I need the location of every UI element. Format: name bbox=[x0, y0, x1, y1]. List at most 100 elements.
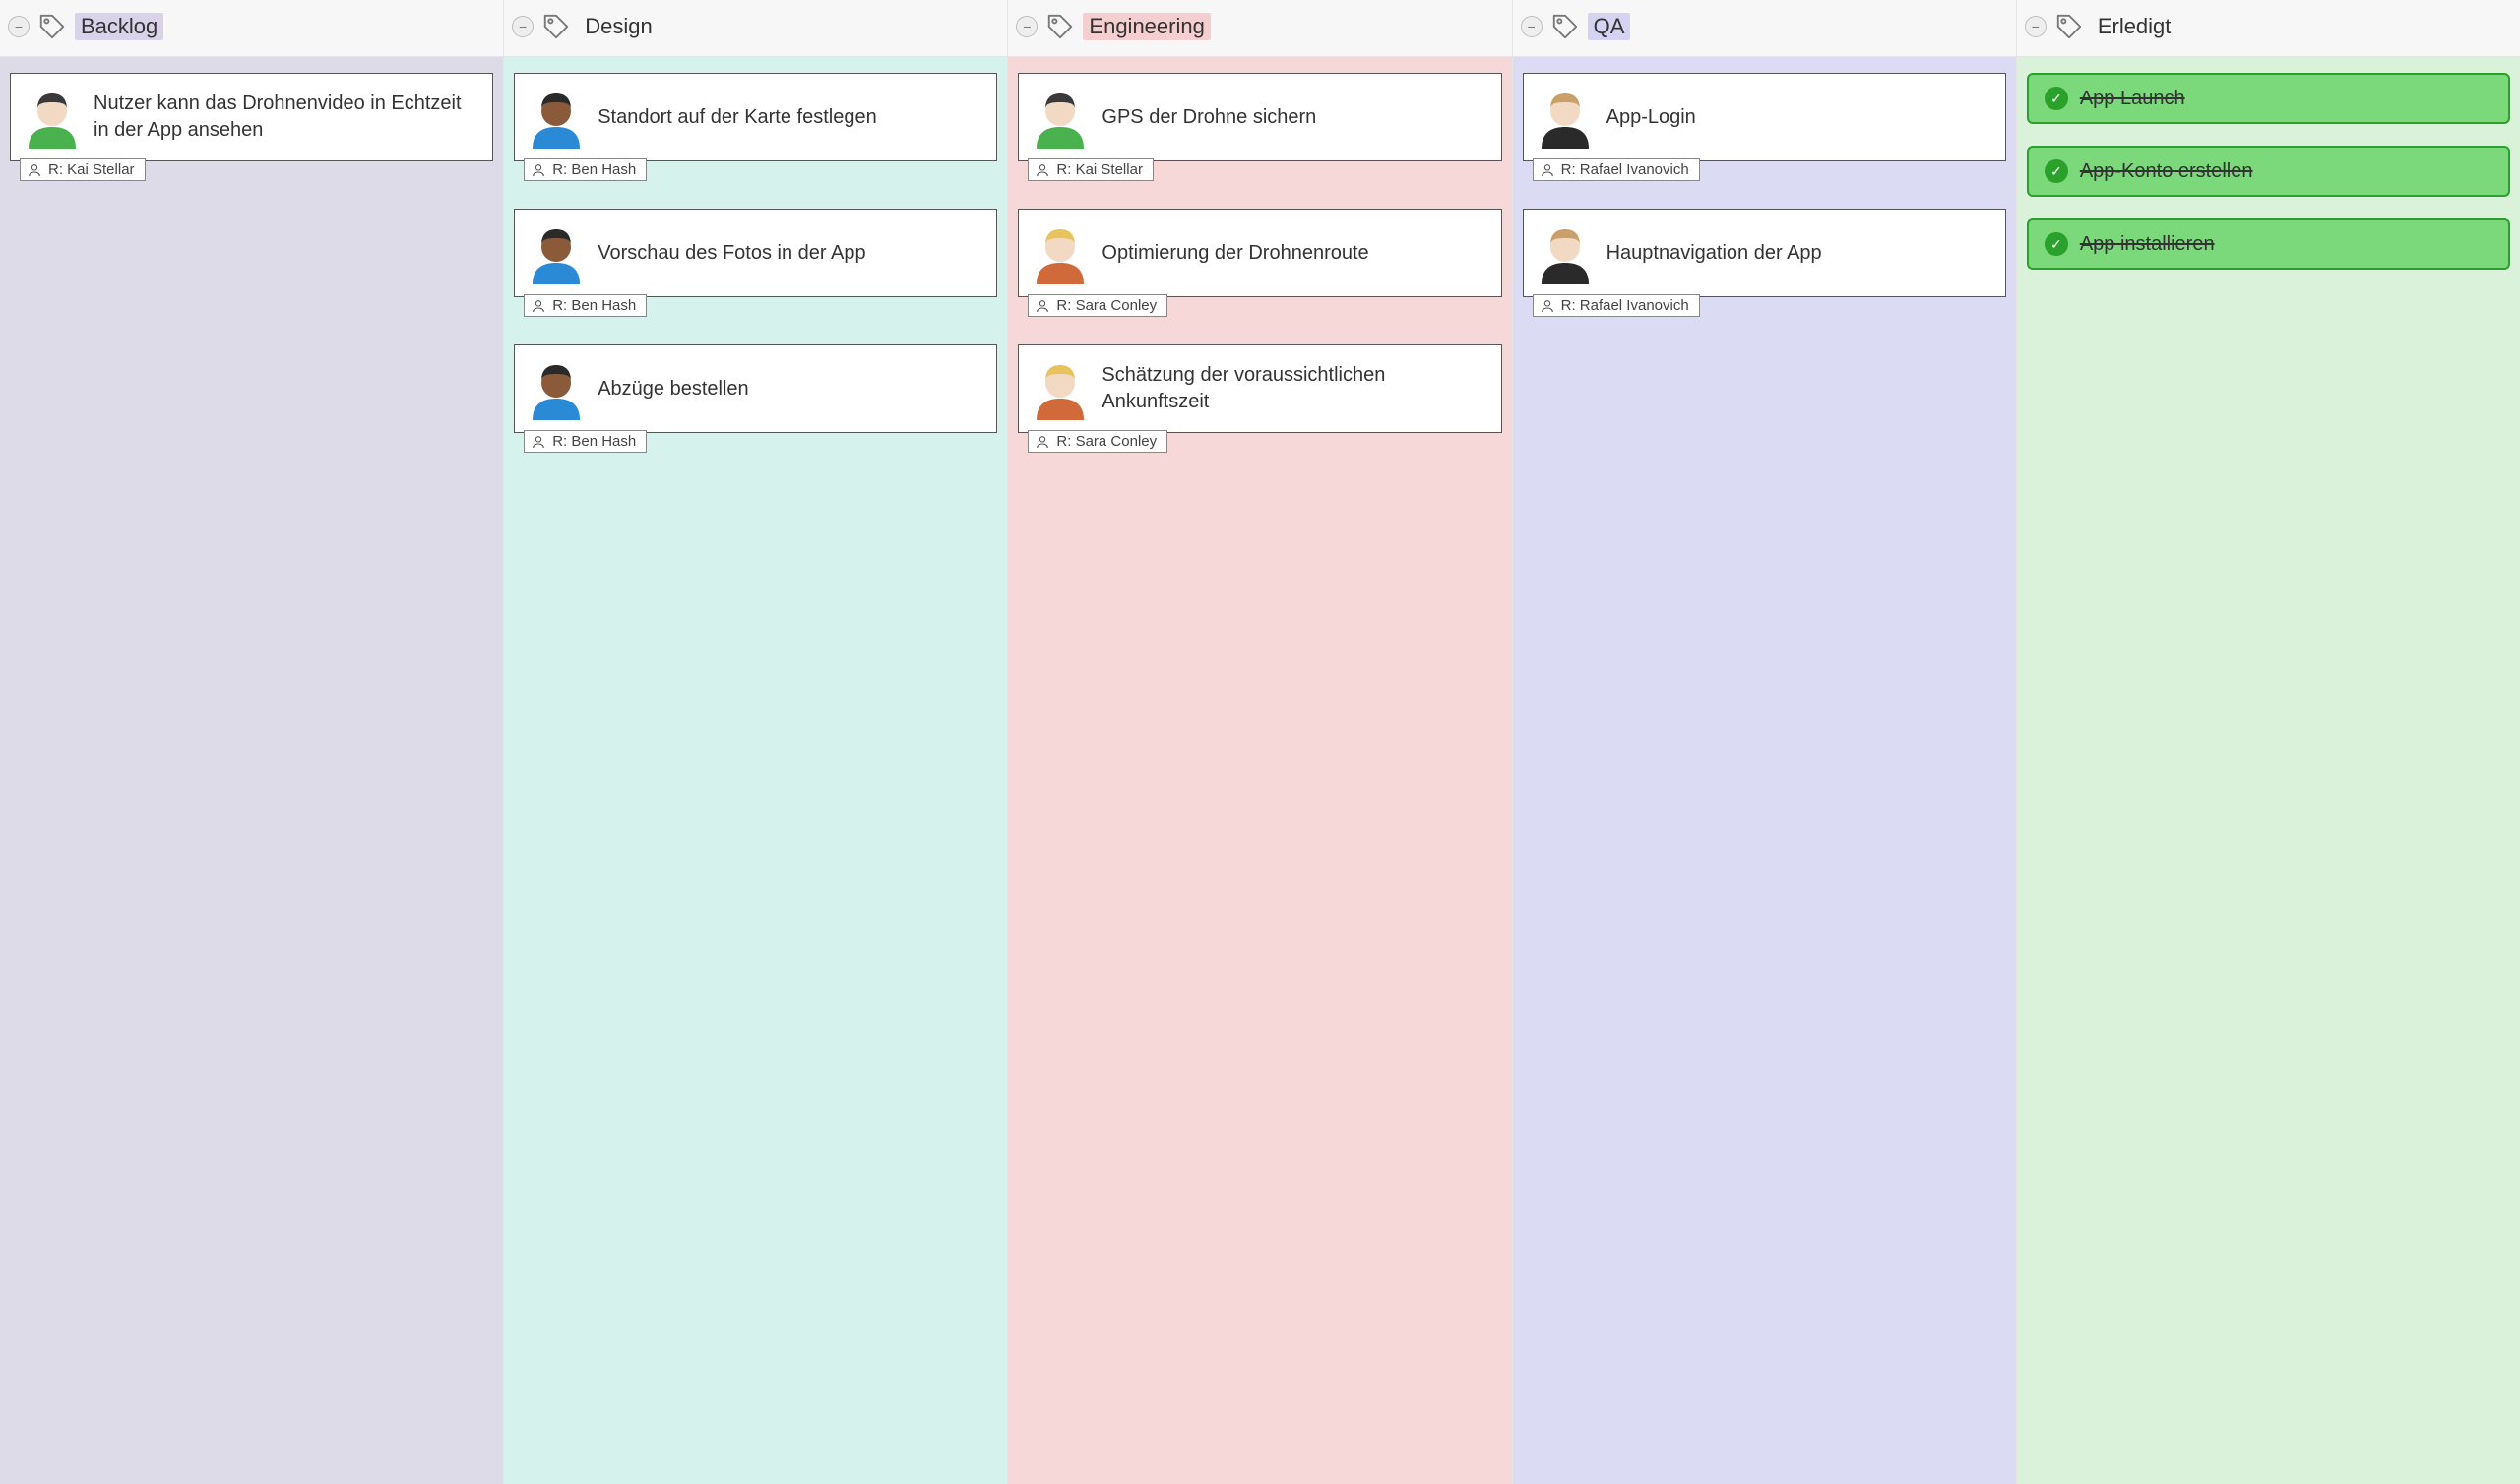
card[interactable]: Nutzer kann das Drohnenvideo in Echtzeit… bbox=[10, 73, 493, 161]
column-body: ✓ App Launch ✓ App-Konto erstellen ✓ App… bbox=[2017, 57, 2520, 1484]
check-icon: ✓ bbox=[2045, 159, 2068, 183]
responsible-label: R: Ben Hash bbox=[552, 433, 636, 450]
card-body[interactable]: Schätzung der voraussichtlichen Ankunfts… bbox=[1018, 344, 1501, 433]
column-qa: − QA App-Login R: Rafael Ivanovich bbox=[1513, 0, 2017, 1484]
avatar-icon bbox=[1029, 221, 1092, 284]
card[interactable]: Optimierung der Drohnenroute R: Sara Con… bbox=[1018, 209, 1501, 297]
card-title: GPS der Drohne sichern bbox=[1102, 104, 1316, 131]
avatar-icon bbox=[1029, 86, 1092, 149]
responsible-label: R: Sara Conley bbox=[1056, 433, 1157, 450]
responsible-label: R: Ben Hash bbox=[552, 297, 636, 314]
card-title: Vorschau des Fotos in der App bbox=[598, 240, 865, 267]
card-title: Hauptnavigation der App bbox=[1606, 240, 1822, 267]
responsible-label: R: Kai Stellar bbox=[48, 161, 135, 178]
card[interactable]: Abzüge bestellen R: Ben Hash bbox=[514, 344, 997, 433]
done-item-label: App installieren bbox=[2080, 233, 2215, 256]
avatar-icon bbox=[21, 86, 84, 149]
person-icon bbox=[531, 298, 546, 314]
responsible-tag[interactable]: R: Rafael Ivanovich bbox=[1533, 294, 1700, 317]
column-title: QA bbox=[1588, 13, 1631, 40]
person-icon bbox=[1035, 162, 1050, 178]
card-body[interactable]: Hauptnavigation der App bbox=[1523, 209, 2006, 297]
person-icon bbox=[27, 162, 42, 178]
column-title: Design bbox=[579, 13, 658, 40]
avatar-icon bbox=[1534, 86, 1597, 149]
responsible-label: R: Rafael Ivanovich bbox=[1561, 297, 1689, 314]
card[interactable]: Standort auf der Karte festlegen R: Ben … bbox=[514, 73, 997, 161]
person-icon bbox=[1540, 162, 1555, 178]
card-body[interactable]: Optimierung der Drohnenroute bbox=[1018, 209, 1501, 297]
responsible-tag[interactable]: R: Sara Conley bbox=[1028, 430, 1167, 453]
person-icon bbox=[1540, 298, 1555, 314]
column-header: − Engineering bbox=[1008, 0, 1511, 57]
column-engineering: − Engineering GPS der Drohne sichern R: … bbox=[1008, 0, 1512, 1484]
tag-icon bbox=[1550, 12, 1580, 41]
card[interactable]: GPS der Drohne sichern R: Kai Stellar bbox=[1018, 73, 1501, 161]
tag-icon bbox=[37, 12, 67, 41]
column-body: App-Login R: Rafael Ivanovich Hauptnavig… bbox=[1513, 57, 2016, 1484]
avatar-icon bbox=[525, 357, 588, 420]
card-body[interactable]: App-Login bbox=[1523, 73, 2006, 161]
column-done: − Erledigt ✓ App Launch ✓ App-Konto erst… bbox=[2017, 0, 2520, 1484]
collapse-button[interactable]: − bbox=[512, 16, 534, 37]
collapse-button[interactable]: − bbox=[2025, 16, 2047, 37]
avatar-icon bbox=[1534, 221, 1597, 284]
card[interactable]: Vorschau des Fotos in der App R: Ben Has… bbox=[514, 209, 997, 297]
responsible-label: R: Ben Hash bbox=[552, 161, 636, 178]
responsible-tag[interactable]: R: Kai Stellar bbox=[20, 158, 146, 181]
card[interactable]: App-Login R: Rafael Ivanovich bbox=[1523, 73, 2006, 161]
responsible-tag[interactable]: R: Kai Stellar bbox=[1028, 158, 1154, 181]
card-title: Schätzung der voraussichtlichen Ankunfts… bbox=[1102, 362, 1486, 415]
collapse-button[interactable]: − bbox=[1521, 16, 1543, 37]
responsible-label: R: Sara Conley bbox=[1056, 297, 1157, 314]
avatar-icon bbox=[525, 221, 588, 284]
tag-icon bbox=[2054, 12, 2084, 41]
column-body: Nutzer kann das Drohnenvideo in Echtzeit… bbox=[0, 57, 503, 1484]
responsible-tag[interactable]: R: Ben Hash bbox=[524, 158, 647, 181]
column-header: − QA bbox=[1513, 0, 2016, 57]
column-header: − Backlog bbox=[0, 0, 503, 57]
person-icon bbox=[1035, 298, 1050, 314]
column-header: − Erledigt bbox=[2017, 0, 2520, 57]
card-body[interactable]: Standort auf der Karte festlegen bbox=[514, 73, 997, 161]
done-item-label: App Launch bbox=[2080, 88, 2185, 110]
done-item-label: App-Konto erstellen bbox=[2080, 160, 2253, 183]
responsible-tag[interactable]: R: Ben Hash bbox=[524, 430, 647, 453]
card-body[interactable]: Nutzer kann das Drohnenvideo in Echtzeit… bbox=[10, 73, 493, 161]
avatar-icon bbox=[1029, 357, 1092, 420]
card[interactable]: Hauptnavigation der App R: Rafael Ivanov… bbox=[1523, 209, 2006, 297]
tag-icon bbox=[1045, 12, 1075, 41]
responsible-label: R: Rafael Ivanovich bbox=[1561, 161, 1689, 178]
done-item[interactable]: ✓ App installieren bbox=[2027, 218, 2510, 270]
avatar-icon bbox=[525, 86, 588, 149]
responsible-label: R: Kai Stellar bbox=[1056, 161, 1143, 178]
column-backlog: − Backlog Nutzer kann das Drohnenvideo i… bbox=[0, 0, 504, 1484]
responsible-tag[interactable]: R: Ben Hash bbox=[524, 294, 647, 317]
person-icon bbox=[531, 434, 546, 450]
card-body[interactable]: Abzüge bestellen bbox=[514, 344, 997, 433]
check-icon: ✓ bbox=[2045, 232, 2068, 256]
card-title: Nutzer kann das Drohnenvideo in Echtzeit… bbox=[94, 91, 478, 144]
card[interactable]: Schätzung der voraussichtlichen Ankunfts… bbox=[1018, 344, 1501, 433]
card-title: Standort auf der Karte festlegen bbox=[598, 104, 877, 131]
collapse-button[interactable]: − bbox=[1016, 16, 1038, 37]
person-icon bbox=[531, 162, 546, 178]
column-body: GPS der Drohne sichern R: Kai Stellar Op… bbox=[1008, 57, 1511, 1484]
check-icon: ✓ bbox=[2045, 87, 2068, 110]
card-title: Optimierung der Drohnenroute bbox=[1102, 240, 1368, 267]
column-title: Backlog bbox=[75, 13, 163, 40]
column-design: − Design Standort auf der Karte festlege… bbox=[504, 0, 1008, 1484]
card-title: App-Login bbox=[1606, 104, 1696, 131]
column-header: − Design bbox=[504, 0, 1007, 57]
card-body[interactable]: GPS der Drohne sichern bbox=[1018, 73, 1501, 161]
collapse-button[interactable]: − bbox=[8, 16, 30, 37]
done-item[interactable]: ✓ App Launch bbox=[2027, 73, 2510, 124]
card-body[interactable]: Vorschau des Fotos in der App bbox=[514, 209, 997, 297]
responsible-tag[interactable]: R: Sara Conley bbox=[1028, 294, 1167, 317]
person-icon bbox=[1035, 434, 1050, 450]
done-item[interactable]: ✓ App-Konto erstellen bbox=[2027, 146, 2510, 197]
column-title: Erledigt bbox=[2092, 13, 2177, 40]
column-body: Standort auf der Karte festlegen R: Ben … bbox=[504, 57, 1007, 1484]
responsible-tag[interactable]: R: Rafael Ivanovich bbox=[1533, 158, 1700, 181]
tag-icon bbox=[541, 12, 571, 41]
